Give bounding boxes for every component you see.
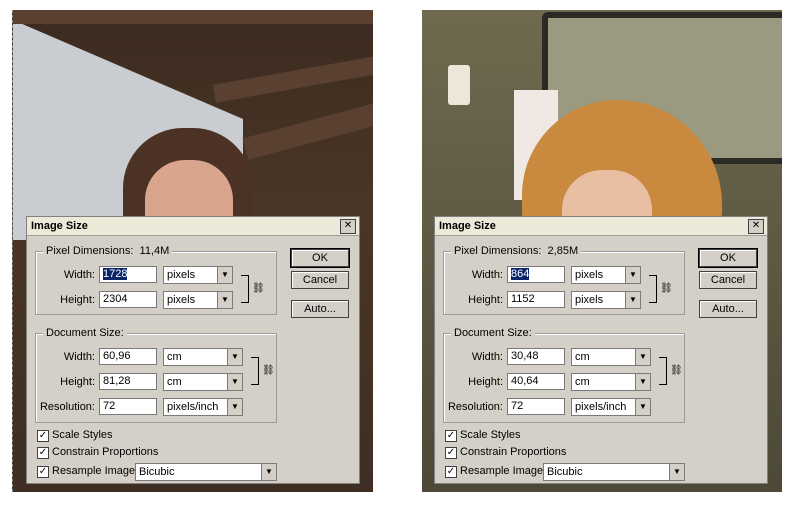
cancel-button[interactable]: Cancel xyxy=(699,271,757,289)
chevron-down-icon: ▼ xyxy=(227,399,242,415)
resolution-unit-select[interactable]: pixels/inch ▼ xyxy=(571,398,651,416)
constrain-proportions-checkbox[interactable]: ✓ xyxy=(37,447,49,459)
chevron-down-icon: ▼ xyxy=(635,374,650,390)
document-size-label: Document Size: xyxy=(43,327,127,339)
constrain-proportions-label: Constrain Proportions xyxy=(460,446,567,458)
dialog-titlebar: Image Size ✕ xyxy=(435,217,767,236)
auto-button[interactable]: Auto... xyxy=(291,300,349,318)
doc-height-label: Height: xyxy=(60,376,95,388)
doc-width-unit-select[interactable]: cm ▼ xyxy=(163,348,243,366)
pixel-width-input[interactable]: 864 xyxy=(507,266,565,283)
resample-image-checkbox[interactable]: ✓ xyxy=(445,466,457,478)
ok-button[interactable]: OK xyxy=(290,248,350,268)
chevron-down-icon: ▼ xyxy=(227,374,242,390)
resolution-input[interactable]: 72 xyxy=(507,398,565,415)
proportion-bracket xyxy=(659,357,667,385)
resample-method-select[interactable]: Bicubic ▼ xyxy=(543,463,685,481)
doc-width-input[interactable]: 30,48 xyxy=(507,348,565,365)
pixel-dimensions-label: Pixel Dimensions: 2,85M xyxy=(451,245,582,257)
chain-link-icon: ⛓ xyxy=(670,365,683,376)
doc-height-input[interactable]: 40,64 xyxy=(507,373,565,390)
photo-beam xyxy=(212,55,373,103)
photo-beam xyxy=(13,10,373,24)
pixel-width-input[interactable]: 1728 xyxy=(99,266,157,283)
doc-width-unit-select[interactable]: cm ▼ xyxy=(571,348,651,366)
chevron-down-icon: ▼ xyxy=(625,292,640,308)
chevron-down-icon: ▼ xyxy=(217,292,232,308)
doc-height-unit-select[interactable]: cm ▼ xyxy=(163,373,243,391)
resample-image-checkbox[interactable]: ✓ xyxy=(37,466,49,478)
doc-height-label: Height: xyxy=(468,376,503,388)
close-icon[interactable]: ✕ xyxy=(340,219,356,234)
photo-beam xyxy=(242,102,373,160)
constrain-proportions-label: Constrain Proportions xyxy=(52,446,159,458)
image-size-dialog-left: Image Size ✕ Pixel Dimensions: 11,4M Wid… xyxy=(26,216,360,484)
pixel-width-unit-select[interactable]: pixels ▼ xyxy=(163,266,233,284)
chevron-down-icon: ▼ xyxy=(669,464,684,480)
height-label: Height: xyxy=(468,294,503,306)
doc-width-input[interactable]: 60,96 xyxy=(99,348,157,365)
chain-link-icon: ⛓ xyxy=(252,283,265,294)
width-label: Width: xyxy=(471,269,503,281)
resolution-label: Resolution: xyxy=(447,401,503,413)
scale-styles-checkbox[interactable]: ✓ xyxy=(37,430,49,442)
resample-method-select[interactable]: Bicubic ▼ xyxy=(135,463,277,481)
chevron-down-icon: ▼ xyxy=(261,464,276,480)
ok-button[interactable]: OK xyxy=(698,248,758,268)
cancel-button[interactable]: Cancel xyxy=(291,271,349,289)
chevron-down-icon: ▼ xyxy=(635,349,650,365)
chevron-down-icon: ▼ xyxy=(625,267,640,283)
height-label: Height: xyxy=(60,294,95,306)
pixel-height-input[interactable]: 1152 xyxy=(507,291,565,308)
doc-width-label: Width: xyxy=(63,351,95,363)
pixel-width-unit-select[interactable]: pixels ▼ xyxy=(571,266,641,284)
pixel-height-unit-select[interactable]: pixels ▼ xyxy=(571,291,641,309)
photo-socket xyxy=(448,65,470,105)
doc-height-unit-select[interactable]: cm ▼ xyxy=(571,373,651,391)
proportion-bracket xyxy=(241,275,249,303)
resolution-input[interactable]: 72 xyxy=(99,398,157,415)
chevron-down-icon: ▼ xyxy=(217,267,232,283)
dialog-titlebar: Image Size ✕ xyxy=(27,217,359,236)
proportion-bracket xyxy=(251,357,259,385)
doc-height-input[interactable]: 81,28 xyxy=(99,373,157,390)
resolution-label: Resolution: xyxy=(39,401,95,413)
width-label: Width: xyxy=(63,269,95,281)
image-size-dialog-right: Image Size ✕ Pixel Dimensions: 2,85M Wid… xyxy=(434,216,768,484)
scale-styles-checkbox[interactable]: ✓ xyxy=(445,430,457,442)
document-size-label: Document Size: xyxy=(451,327,535,339)
resample-image-label: Resample Image: xyxy=(52,465,139,477)
chain-link-icon: ⛓ xyxy=(262,365,275,376)
auto-button[interactable]: Auto... xyxy=(699,300,757,318)
scale-styles-label: Scale Styles xyxy=(460,429,521,441)
pixel-dimensions-label: Pixel Dimensions: 11,4M xyxy=(43,245,173,257)
constrain-proportions-checkbox[interactable]: ✓ xyxy=(445,447,457,459)
proportion-bracket xyxy=(649,275,657,303)
dialog-title: Image Size xyxy=(439,220,496,232)
pixel-height-input[interactable]: 2304 xyxy=(99,291,157,308)
scale-styles-label: Scale Styles xyxy=(52,429,113,441)
close-icon[interactable]: ✕ xyxy=(748,219,764,234)
chevron-down-icon: ▼ xyxy=(227,349,242,365)
dialog-title: Image Size xyxy=(31,220,88,232)
chevron-down-icon: ▼ xyxy=(635,399,650,415)
pixel-height-unit-select[interactable]: pixels ▼ xyxy=(163,291,233,309)
chain-link-icon: ⛓ xyxy=(660,283,673,294)
doc-width-label: Width: xyxy=(471,351,503,363)
resolution-unit-select[interactable]: pixels/inch ▼ xyxy=(163,398,243,416)
resample-image-label: Resample Image: xyxy=(460,465,547,477)
